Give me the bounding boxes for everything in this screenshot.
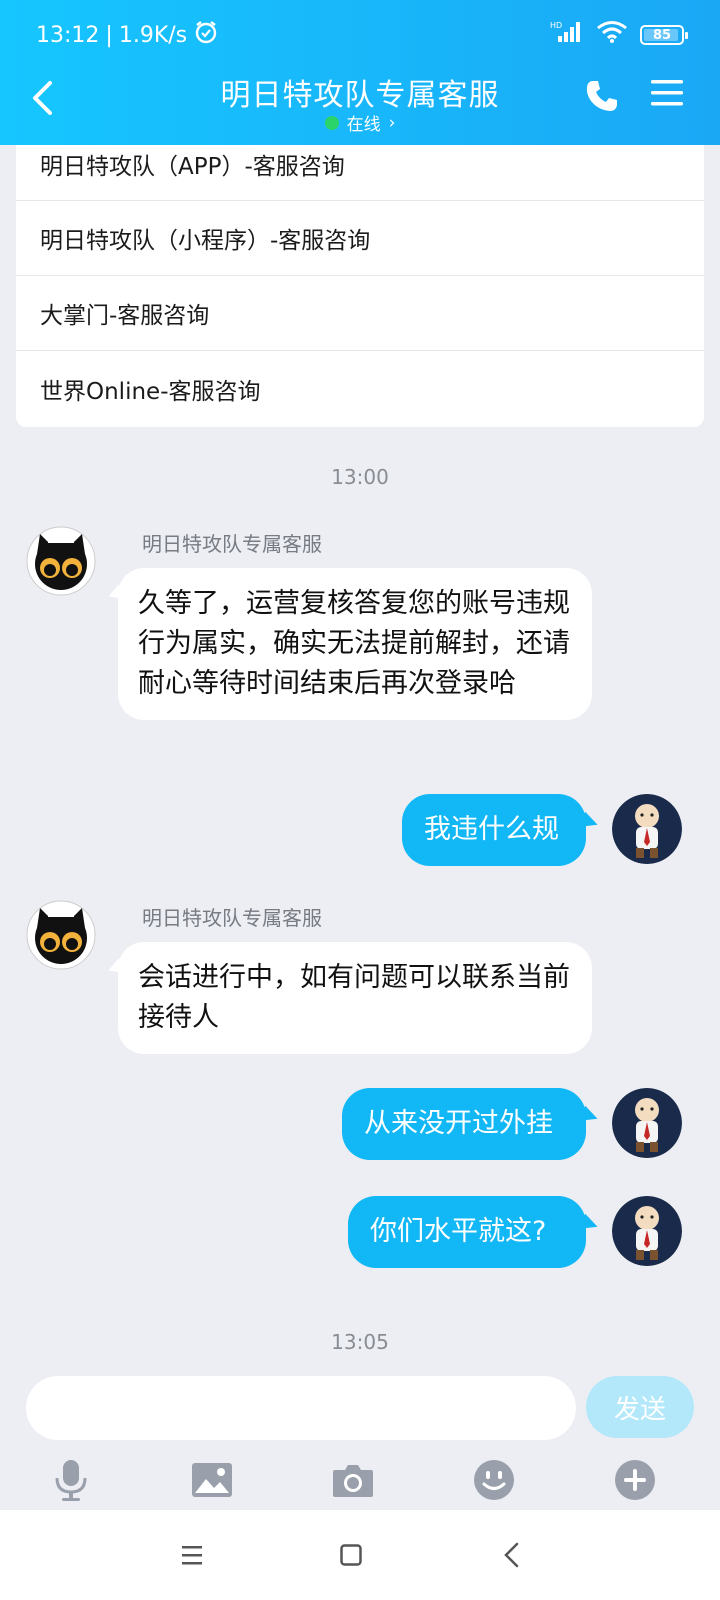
user-avatar[interactable] (612, 1088, 682, 1158)
agent-avatar[interactable] (26, 526, 96, 596)
status-bar: 13:12 | 1.9K/s HD 85 (36, 19, 688, 51)
signal-icon: HD (550, 20, 584, 50)
status-time: 13:12 (36, 22, 100, 48)
hamburger-icon (651, 80, 683, 106)
svg-text:HD: HD (550, 21, 562, 30)
plus-icon[interactable] (611, 1456, 659, 1504)
camera-icon[interactable] (329, 1456, 377, 1504)
call-button[interactable] (584, 78, 624, 118)
phone-icon (586, 81, 617, 111)
chevron-right-icon: › (388, 112, 396, 133)
menu-item-dazhangmen[interactable]: 大掌门-客服咨询 (16, 276, 704, 351)
message-input[interactable] (26, 1376, 576, 1440)
sender-name: 明日特攻队专属客服 (142, 906, 322, 930)
home-icon[interactable] (331, 1538, 371, 1572)
message-bubble-outgoing[interactable]: 从来没开过外挂 (342, 1088, 586, 1160)
back-icon[interactable] (492, 1538, 532, 1572)
online-status-label: 在线 (346, 115, 381, 135)
message-bubble-incoming[interactable]: 会话进行中，如有问题可以联系当前接待人 (118, 942, 592, 1054)
network-speed: 1.9K/s (118, 22, 188, 48)
more-menu-button[interactable] (650, 78, 690, 118)
wifi-icon (596, 20, 628, 50)
message-bubble-outgoing[interactable]: 我违什么规 (402, 794, 586, 866)
emoji-icon[interactable] (470, 1456, 518, 1504)
service-menu-list: 明日特攻队（APP）-客服咨询 明日特攻队（小程序）-客服咨询 大掌门-客服咨询… (16, 145, 704, 427)
online-dot-icon (324, 115, 339, 130)
timestamp: 13:05 (331, 1330, 389, 1354)
battery-indicator: 85 (640, 25, 688, 45)
recents-icon[interactable] (172, 1538, 212, 1572)
timestamp: 13:00 (331, 465, 389, 489)
alarm-icon (193, 19, 219, 51)
menu-item-app[interactable]: 明日特攻队（APP）-客服咨询 (16, 145, 704, 201)
input-toolbar (0, 1450, 720, 1510)
message-bubble-incoming[interactable]: 久等了，运营复核答复您的账号违规行为属实，确实无法提前解封，还请耐心等待时间结束… (118, 568, 592, 720)
menu-item-world-online[interactable]: 世界Online-客服咨询 (16, 351, 704, 426)
image-icon[interactable] (188, 1456, 236, 1504)
message-bubble-outgoing[interactable]: 你们水平就这? (348, 1196, 586, 1268)
agent-avatar[interactable] (26, 900, 96, 970)
user-avatar[interactable] (612, 794, 682, 864)
sender-name: 明日特攻队专属客服 (142, 532, 322, 556)
system-nav-bar (0, 1510, 720, 1600)
mic-icon[interactable] (47, 1456, 95, 1504)
user-avatar[interactable] (612, 1196, 682, 1266)
send-button[interactable]: 发送 (586, 1376, 694, 1438)
menu-item-miniprogram[interactable]: 明日特攻队（小程序）-客服咨询 (16, 201, 704, 276)
header-bar: 13:12 | 1.9K/s HD 85 明日特攻队专属客服 在线 › (0, 0, 720, 145)
